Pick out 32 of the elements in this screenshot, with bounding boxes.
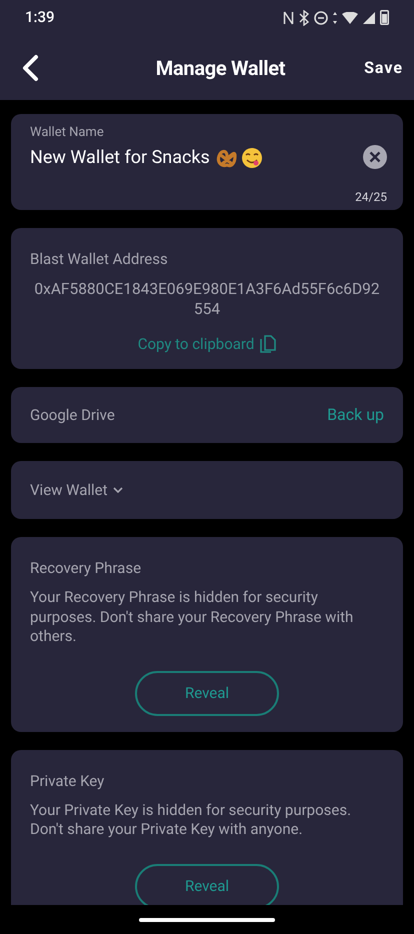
card-title: Recovery Phrase <box>30 558 142 578</box>
view-wallet-label: View Wallet <box>30 480 108 501</box>
save-button[interactable]: Save <box>363 56 404 80</box>
field-value: New Wallet for Snacks <box>30 147 210 169</box>
pretzel-icon <box>216 148 238 168</box>
wallet-address: 0xAF5880CE1843E069E980E1A3F6Ad55F6c6D92554 <box>33 279 381 319</box>
copy-link[interactable]: Copy to clipboard <box>138 333 276 356</box>
page-title: Manage Wallet <box>156 54 286 82</box>
field-label: Wallet Name <box>30 125 104 141</box>
status-time: 1:39 <box>25 7 55 28</box>
wallet-name-field[interactable]: Wallet Name New Wallet for Snacks 24/25 <box>11 114 403 210</box>
view-wallet-card[interactable]: View Wallet <box>11 461 403 519</box>
card-title: Blast Wallet Address <box>30 249 168 269</box>
card-description: Your Private Key is hidden for security purposes. Don't share your Private Key with anyone. <box>30 800 352 840</box>
wifi-icon <box>342 12 358 24</box>
card-title: Private Key <box>30 770 104 790</box>
data-arrows-icon <box>333 12 337 24</box>
nfc-icon <box>283 10 294 24</box>
home-indicator[interactable] <box>139 918 275 922</box>
do-not-disturb-icon <box>314 10 328 24</box>
copy-icon <box>260 335 276 354</box>
smiley-icon <box>240 147 263 169</box>
reveal-button[interactable]: Reveal <box>135 670 279 716</box>
battery-icon <box>380 10 389 25</box>
signal-icon <box>363 12 375 24</box>
backup-label: Google Drive <box>30 404 115 426</box>
card-description: Your Recovery Phrase is hidden for security purposes. Don't share your Recovery Phrase with others. <box>30 588 354 646</box>
character-counter: 24/25 <box>355 189 387 206</box>
bluetooth-icon <box>299 10 309 26</box>
back-icon <box>20 54 40 82</box>
clear-icon[interactable] <box>363 145 387 169</box>
back-up-link[interactable]: Back up <box>327 403 384 427</box>
